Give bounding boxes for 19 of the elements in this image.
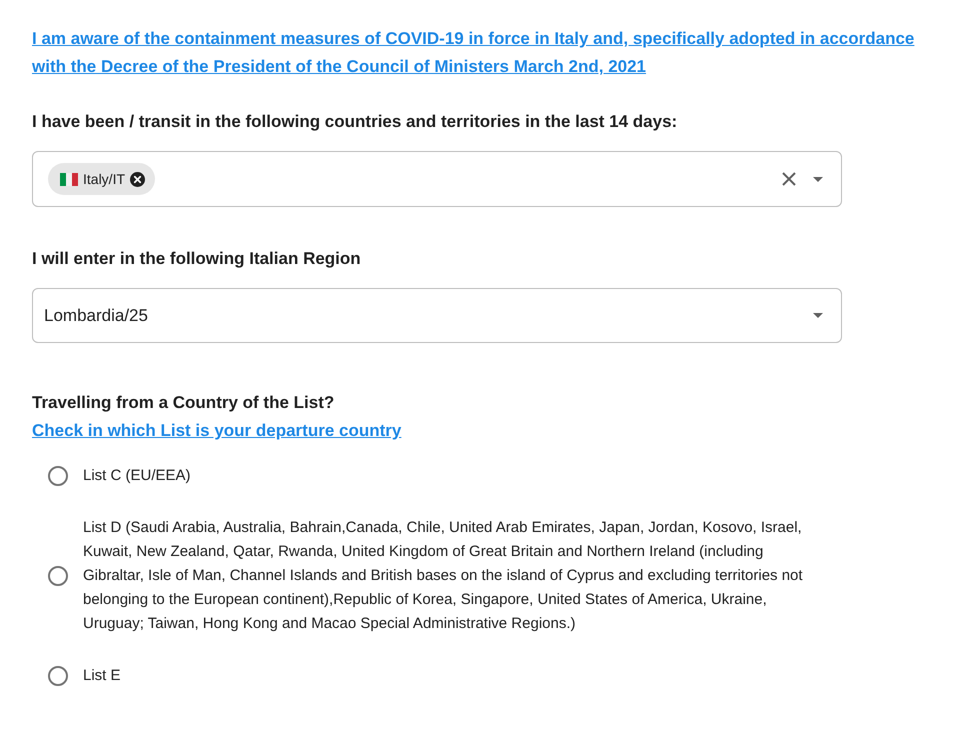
country-chip[interactable]: Italy/IT (48, 163, 156, 195)
radio-button[interactable] (48, 666, 68, 686)
list-check-link[interactable]: Check in which List is your departure country (32, 421, 402, 440)
option-label: List D (Saudi Arabia, Australia, Bahrain,Canada, Chile, United Arab Emirates, Japan, Jordan, Kosovo, Israel, Kuwait, New Zealand, Qatar, Rwanda, United Kingdom of Great Britain and Northern Ireland (including Gibraltar, Isle of Man, Channel Islands and British bases on the island of Cyprus and excluding territories not belonging to the European continent),Republic of Korea, Singapore, United States of America, Ukraine, Uruguay; Taiwan, Hong Kong and Macao Special Administrative Regions.) (83, 518, 804, 634)
caret-down-icon (813, 176, 823, 182)
radio-button[interactable] (48, 566, 68, 586)
clear-icon[interactable] (782, 172, 796, 186)
flag-icon (60, 172, 78, 186)
country-select-field[interactable]: Italy/IT (32, 151, 842, 207)
question-label: Travelling from a Country of the List? (32, 392, 336, 414)
remove-icon[interactable] (130, 172, 146, 186)
option-label: List C (EU/EEA) (83, 466, 192, 486)
consent-link[interactable]: I am aware of the containment measures of COVID-19 in force in Italy and, specifically adopted in accordance with the Decree of the President of the Council of Ministers March 2nd, 2021 (32, 25, 944, 81)
field-label: I will enter in the following Italian Region (32, 248, 362, 270)
caret-down-icon (813, 313, 823, 318)
radio-button[interactable] (48, 466, 68, 486)
region-select-field[interactable]: Lombardia/25 (32, 288, 842, 343)
option-label: List E (83, 666, 122, 686)
field-label: I have been / transit in the following countries and territories in the last 14 days: (32, 111, 678, 133)
